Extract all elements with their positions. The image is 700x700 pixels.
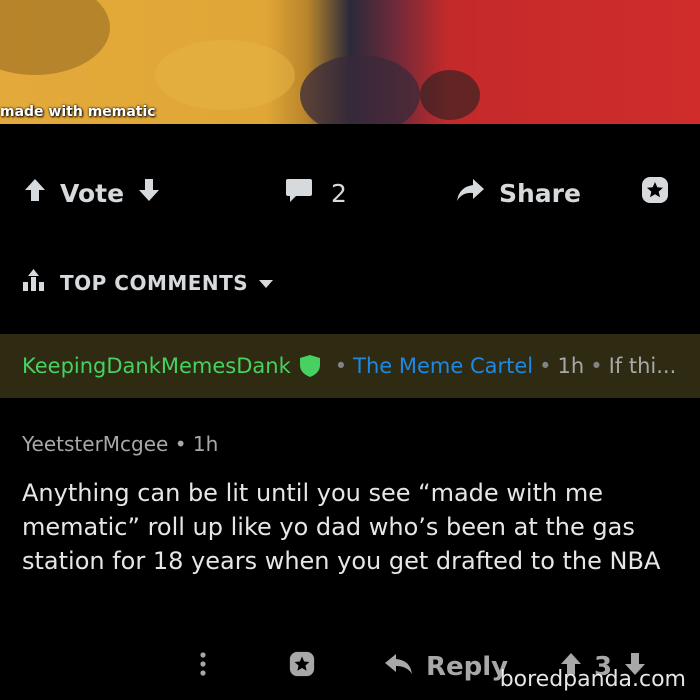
comment-icon <box>285 177 313 209</box>
pinned-comment[interactable]: KeepingDankMemesDank • The Meme Cartel •… <box>0 334 700 398</box>
sort-comments-dropdown[interactable]: TOP COMMENTS <box>22 268 274 297</box>
sort-label: TOP COMMENTS <box>60 270 249 295</box>
award-button[interactable] <box>640 160 670 226</box>
vote-control: Vote <box>24 160 160 226</box>
pinned-timestamp: 1h <box>557 354 585 378</box>
meme-shape <box>0 0 110 75</box>
post-action-bar: Vote 2 Share <box>0 160 700 226</box>
meme-shape <box>300 55 420 124</box>
meme-shape <box>155 40 295 110</box>
site-watermark: boredpanda.com <box>499 667 686 692</box>
share-label: Share <box>499 178 581 208</box>
more-vertical-icon <box>195 649 211 686</box>
moderator-shield-icon <box>299 354 321 378</box>
comment-body: Anything can be lit until you see “made … <box>22 479 661 575</box>
comment-meta: YeetsterMcgee • 1h <box>22 432 682 456</box>
share-icon <box>455 177 485 209</box>
separator-dot: • <box>174 432 187 456</box>
pinned-username[interactable]: KeepingDankMemesDank <box>22 354 291 378</box>
meme-shape <box>420 70 480 120</box>
upvote-icon[interactable] <box>24 178 46 208</box>
comment-username[interactable]: YeetsterMcgee <box>22 432 168 456</box>
chevron-down-icon <box>258 271 274 295</box>
meme-watermark: made with mematic <box>0 104 156 120</box>
separator-dot: • <box>539 354 552 378</box>
comments-button[interactable]: 2 <box>285 160 347 226</box>
comment-count: 2 <box>331 178 347 208</box>
downvote-icon[interactable] <box>138 178 160 208</box>
sort-icon <box>22 268 48 297</box>
more-options-button[interactable] <box>195 640 211 694</box>
user-flair: The Meme Cartel <box>353 354 534 378</box>
reply-label: Reply <box>426 652 509 682</box>
comment-timestamp: 1h <box>192 432 219 456</box>
vote-label: Vote <box>60 178 125 208</box>
comment: YeetsterMcgee • 1h Anything can be lit u… <box>22 432 682 578</box>
reply-icon <box>384 652 414 683</box>
meme-image[interactable]: made with mematic <box>0 0 700 124</box>
pinned-snippet: If thi... <box>608 354 677 378</box>
award-icon <box>288 650 316 685</box>
comment-award-button[interactable] <box>288 640 316 694</box>
separator-dot: • <box>590 354 603 378</box>
award-icon <box>640 175 670 211</box>
separator-dot: • <box>334 354 348 378</box>
share-button[interactable]: Share <box>455 160 595 226</box>
reply-button[interactable]: Reply <box>384 640 508 694</box>
